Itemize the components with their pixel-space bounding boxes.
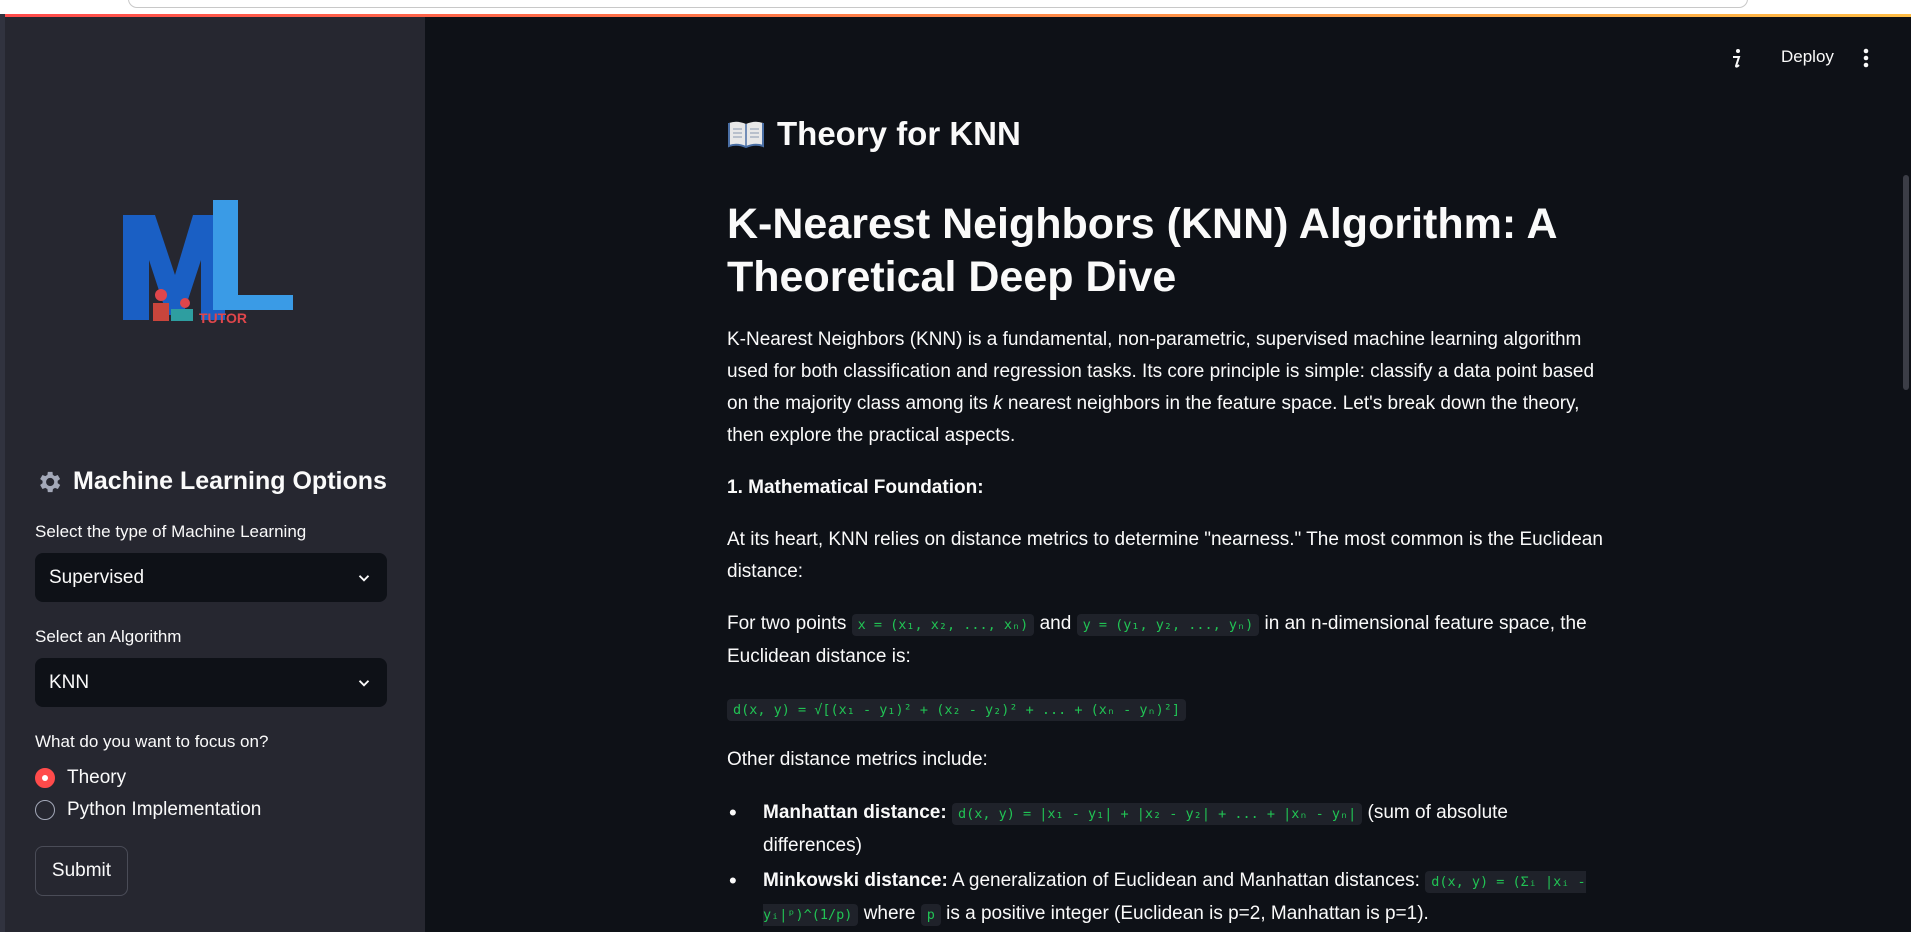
minkowski-name: Minkowski distance: bbox=[763, 870, 948, 891]
ml-type-label: Select the type of Machine Learning bbox=[35, 522, 307, 541]
section-title: Theory for KNN bbox=[727, 115, 1021, 153]
algorithm-label: Select an Algorithm bbox=[35, 627, 182, 646]
radio-unselected-icon bbox=[35, 800, 55, 820]
more-menu-icon[interactable] bbox=[1862, 47, 1870, 69]
algorithm-select[interactable]: KNN bbox=[35, 658, 387, 707]
code-y: y = (y₁, y₂, ..., yₙ) bbox=[1076, 614, 1260, 636]
intro-paragraph: K-Nearest Neighbors (KNN) is a fundament… bbox=[727, 324, 1607, 452]
intro-k: k bbox=[993, 393, 1003, 414]
radio-selected-icon bbox=[35, 768, 55, 788]
list-item-minkowski: Minkowski distance: A generalization of … bbox=[727, 865, 1607, 931]
two-points-and: and bbox=[1039, 613, 1072, 634]
scrollbar[interactable] bbox=[1903, 175, 1909, 390]
minkowski-suffix: is a positive integer (Euclidean is p=2,… bbox=[946, 903, 1429, 924]
algorithm-value: KNN bbox=[49, 671, 90, 693]
open-book-icon bbox=[728, 121, 764, 149]
ml-type-value: Supervised bbox=[49, 566, 145, 588]
metrics-list: Manhattan distance: d(x, y) = |x₁ - y₁| … bbox=[727, 797, 1607, 932]
euclidean-code: d(x, y) = √[(x₁ - y₁)² + (x₂ - y₂)² + ..… bbox=[727, 699, 1187, 721]
radio-python-label: Python Implementation bbox=[67, 799, 262, 820]
focus-label: What do you want to focus on? bbox=[35, 732, 269, 751]
list-item-manhattan: Manhattan distance: d(x, y) = |x₁ - y₁| … bbox=[727, 797, 1607, 862]
two-points-text-a: For two points bbox=[727, 613, 847, 634]
svg-text:TUTOR: TUTOR bbox=[199, 310, 247, 326]
info-icon[interactable] bbox=[1730, 47, 1744, 69]
chevron-down-icon bbox=[358, 574, 370, 582]
ml-type-select[interactable]: Supervised bbox=[35, 553, 387, 602]
section-title-text: Theory for KNN bbox=[777, 115, 1021, 152]
distance-intro: At its heart, KNN relies on distance met… bbox=[727, 529, 1603, 582]
other-metrics: Other distance metrics include: bbox=[727, 749, 988, 770]
address-bar[interactable] bbox=[128, 0, 1748, 8]
chevron-down-icon bbox=[358, 679, 370, 687]
minkowski-prefix: A generalization of Euclidean and Manhat… bbox=[952, 870, 1420, 891]
two-points-paragraph: For two points x = (x₁, x₂, ..., xₙ) and… bbox=[727, 608, 1607, 673]
code-x: x = (x₁, x₂, ..., xₙ) bbox=[851, 614, 1035, 636]
math-heading-text: 1. Mathematical Foundation: bbox=[727, 477, 984, 498]
browser-top-bar bbox=[0, 0, 1911, 14]
euclidean-formula: d(x, y) = √[(x₁ - y₁)² + (x₂ - y₂)² + ..… bbox=[727, 693, 1607, 726]
radio-python-implementation[interactable]: Python Implementation bbox=[35, 799, 261, 821]
manhattan-name: Manhattan distance: bbox=[763, 802, 947, 823]
ml-tutor-logo: TUTOR bbox=[123, 200, 293, 326]
sidebar-header-title: Machine Learning Options bbox=[73, 467, 387, 495]
sidebar-header: Machine Learning Options bbox=[35, 467, 387, 496]
page-heading: K-Nearest Neighbors (KNN) Algorithm: A T… bbox=[727, 200, 1556, 301]
submit-button[interactable]: Submit bbox=[35, 846, 128, 896]
manhattan-code: d(x, y) = |x₁ - y₁| + |x₂ - y₂| + ... + … bbox=[951, 803, 1363, 825]
minkowski-code-p: p bbox=[920, 904, 941, 926]
gear-icon bbox=[40, 471, 61, 492]
minkowski-where: where bbox=[863, 903, 916, 924]
radio-theory-label: Theory bbox=[67, 767, 127, 788]
deploy-button[interactable]: Deploy bbox=[1781, 47, 1834, 67]
radio-theory[interactable]: Theory bbox=[35, 767, 126, 789]
math-heading: 1. Mathematical Foundation: bbox=[727, 472, 1607, 504]
